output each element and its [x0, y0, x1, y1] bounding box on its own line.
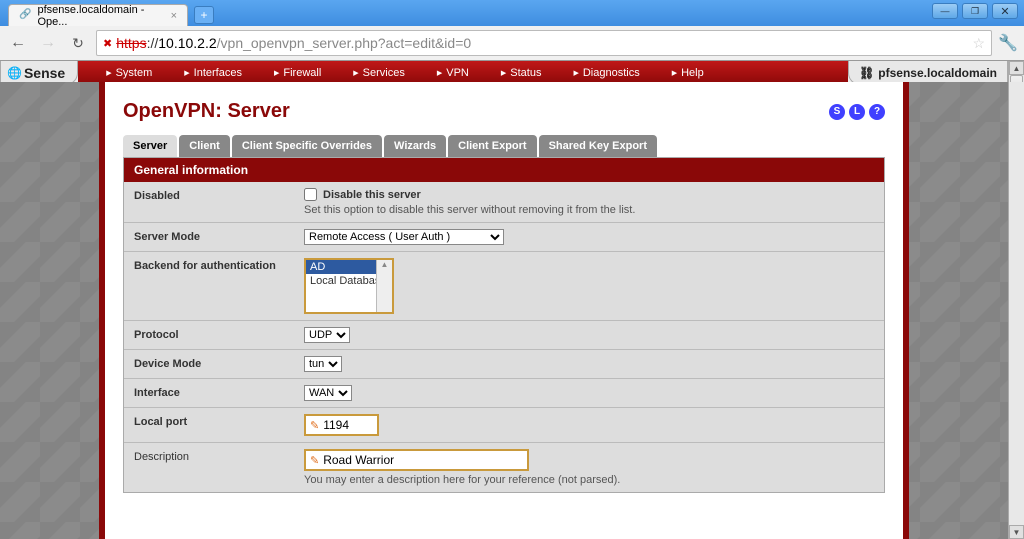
pencil-icon: ✎	[310, 454, 319, 467]
disable-server-checkbox[interactable]	[304, 188, 317, 201]
tab-client-export[interactable]: Client Export	[448, 135, 536, 157]
nav-menu-firewall[interactable]: Firewall	[258, 67, 337, 79]
nav-menu-system[interactable]: System	[90, 67, 168, 79]
url-input[interactable]: ✖ https://10.10.2.2/vpn_openvpn_server.p…	[96, 30, 992, 56]
bookmark-star-icon[interactable]: ☆	[972, 35, 985, 52]
pfsense-logo-icon: 🌐	[7, 66, 22, 80]
scroll-down-arrow[interactable]: ▼	[1009, 525, 1024, 539]
browser-chrome: 🔗 pfsense.localdomain - Ope... × + — ❐ ✕…	[0, 0, 1024, 85]
device-mode-select[interactable]: tun	[304, 356, 342, 372]
label-interface: Interface	[124, 379, 294, 407]
help-icon-s[interactable]: S	[829, 104, 845, 120]
nav-menu-diagnostics[interactable]: Diagnostics	[557, 67, 655, 79]
tab-wizards[interactable]: Wizards	[384, 135, 446, 157]
tab-shared-key-export[interactable]: Shared Key Export	[539, 135, 657, 157]
row-backend: Backend for authentication ADLocal Datab…	[124, 252, 884, 321]
description-input-wrap: ✎	[304, 449, 529, 471]
address-bar: ← → ↻ ✖ https://10.10.2.2/vpn_openvpn_se…	[0, 26, 1024, 61]
local-port-input-wrap: ✎	[304, 414, 379, 436]
close-icon[interactable]: ×	[171, 10, 177, 22]
scroll-up-icon[interactable]: ▲	[377, 260, 392, 269]
wrench-icon[interactable]: 🔧	[998, 33, 1018, 53]
interface-select[interactable]: WAN	[304, 385, 352, 401]
reload-button[interactable]: ↻	[66, 31, 90, 55]
tab-title: pfsense.localdomain - Ope...	[37, 4, 160, 28]
server-mode-select[interactable]: Remote Access ( User Auth )	[304, 229, 504, 245]
section-header: General information	[124, 158, 884, 182]
tab-client[interactable]: Client	[179, 135, 230, 157]
backend-auth-multiselect[interactable]: ADLocal Database ▲	[304, 258, 394, 314]
nav-menu-status[interactable]: Status	[485, 67, 558, 79]
tab-server[interactable]: Server	[123, 135, 177, 157]
page-content: OpenVPN: Server SL? ServerClientClient S…	[99, 82, 909, 539]
forward-button[interactable]: →	[36, 31, 60, 55]
close-window-button[interactable]: ✕	[992, 3, 1018, 19]
tab-bar: 🔗 pfsense.localdomain - Ope... × + — ❐ ✕	[0, 0, 1024, 26]
multiselect-scrollbar[interactable]: ▲	[376, 260, 392, 312]
maximize-button[interactable]: ❐	[962, 3, 988, 19]
description-input[interactable]	[323, 453, 523, 467]
minimize-button[interactable]: —	[932, 3, 958, 19]
row-device-mode: Device Mode tun	[124, 350, 884, 379]
label-server-mode: Server Mode	[124, 223, 294, 251]
window-controls: — ❐ ✕	[932, 3, 1018, 19]
pfsense-favicon: 🔗	[19, 9, 31, 23]
row-protocol: Protocol UDP	[124, 321, 884, 350]
row-description: Description ✎ You may enter a descriptio…	[124, 443, 884, 492]
protocol-select[interactable]: UDP	[304, 327, 350, 343]
nav-menu-interfaces[interactable]: Interfaces	[168, 67, 258, 79]
help-icon-l[interactable]: L	[849, 104, 865, 120]
disable-hint: Set this option to disable this server w…	[304, 204, 874, 216]
label-description: Description	[124, 443, 294, 492]
back-button[interactable]: ←	[6, 31, 30, 55]
page-title-row: OpenVPN: Server SL?	[105, 100, 903, 135]
row-server-mode: Server Mode Remote Access ( User Auth )	[124, 223, 884, 252]
row-disabled: Disabled Disable this server Set this op…	[124, 182, 884, 223]
label-local-port: Local port	[124, 408, 294, 442]
local-port-input[interactable]	[323, 418, 373, 432]
form-panel: General information Disabled Disable thi…	[123, 157, 885, 493]
tab-client-specific-overrides[interactable]: Client Specific Overrides	[232, 135, 382, 157]
label-backend: Backend for authentication	[124, 252, 294, 320]
disable-server-label: Disable this server	[323, 189, 421, 201]
help-icon-?[interactable]: ?	[869, 104, 885, 120]
page-title: OpenVPN: Server	[123, 100, 290, 123]
description-hint: You may enter a description here for you…	[304, 474, 874, 486]
url-text: https://10.10.2.2/vpn_openvpn_server.php…	[116, 35, 968, 51]
ssl-error-icon: ✖	[103, 37, 112, 50]
row-local-port: Local port ✎	[124, 408, 884, 443]
nav-menu-vpn[interactable]: VPN	[421, 67, 485, 79]
tabs-row: ServerClientClient Specific OverridesWiz…	[105, 135, 903, 157]
nav-menu-help[interactable]: Help	[656, 67, 720, 79]
scroll-up-arrow[interactable]: ▲	[1009, 61, 1024, 75]
help-icons: SL?	[829, 104, 885, 120]
label-disabled: Disabled	[124, 182, 294, 222]
pencil-icon: ✎	[310, 419, 319, 432]
nav-menu-services[interactable]: Services	[337, 67, 421, 79]
label-device-mode: Device Mode	[124, 350, 294, 378]
viewport: OpenVPN: Server SL? ServerClientClient S…	[0, 82, 1024, 539]
row-interface: Interface WAN	[124, 379, 884, 408]
browser-tab[interactable]: 🔗 pfsense.localdomain - Ope... ×	[8, 4, 188, 26]
label-protocol: Protocol	[124, 321, 294, 349]
new-tab-button[interactable]: +	[194, 6, 214, 24]
host-icon: ⛓	[859, 66, 874, 80]
viewport-scrollbar[interactable]: ▼	[1008, 82, 1024, 539]
